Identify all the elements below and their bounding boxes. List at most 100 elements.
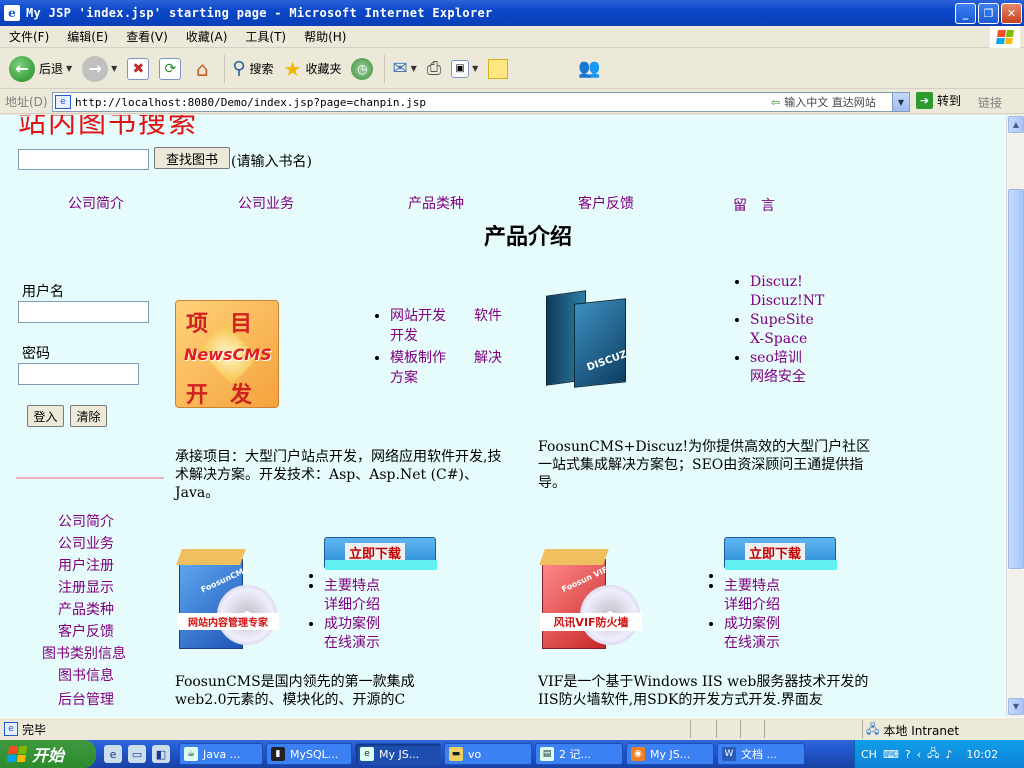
edit-button[interactable]: ▣ ▼ — [448, 52, 481, 86]
start-button[interactable]: 开始 — [0, 740, 96, 768]
search-button[interactable]: ⚲ 搜索 — [229, 52, 276, 86]
side-link-admin[interactable]: 后台管理 — [58, 689, 114, 709]
task-notepad[interactable]: ▤ 2 记... — [535, 743, 623, 765]
side-link-company-intro[interactable]: 公司简介 — [58, 511, 114, 531]
task-mysql[interactable]: ▮ MySQL... — [266, 743, 352, 765]
link-discuz[interactable]: Discuz! — [750, 274, 803, 290]
tray-expand-icon[interactable]: ‹ — [917, 748, 921, 761]
download-button-vif[interactable]: 立即下载 — [724, 537, 837, 570]
stop-button[interactable]: ✖ — [124, 52, 152, 86]
mail-button[interactable]: ✉ ▼ — [389, 52, 419, 86]
foosuncms-product-image[interactable]: FoosunCMS 网站内容管理专家 — [175, 547, 279, 655]
link-xspace[interactable]: X-Space — [750, 331, 807, 347]
keyboard-icon[interactable]: ⌨ — [883, 748, 899, 761]
login-button[interactable]: 登入 — [27, 405, 64, 427]
ie-quicklaunch-icon[interactable]: e — [104, 745, 122, 763]
menu-help[interactable]: 帮助(H) — [295, 28, 355, 45]
task-word[interactable]: W 文档 ... — [717, 743, 805, 765]
maximize-button[interactable]: ❐ — [978, 3, 999, 24]
link-discuznt[interactable]: Discuz!NT — [750, 293, 824, 309]
task-myjsp-active[interactable]: e My JS... — [355, 743, 441, 765]
title-bar[interactable]: e My JSP 'index.jsp' starting page - Mic… — [0, 0, 1024, 26]
service-link-web-dev[interactable]: 网站开发 软件开发 — [390, 308, 502, 344]
download-button-cms[interactable]: 立即下载 — [324, 537, 437, 570]
cms-main-features[interactable]: 主要特点 — [324, 578, 380, 594]
history-button[interactable]: ◷ — [348, 52, 376, 86]
edit-dropdown-icon[interactable]: ▼ — [472, 64, 478, 73]
menu-favorites[interactable]: 收藏(A) — [177, 28, 237, 45]
cms-cases[interactable]: 成功案例 — [324, 616, 380, 632]
side-link-company-business[interactable]: 公司业务 — [58, 533, 114, 553]
close-button[interactable]: ✕ — [1001, 3, 1022, 24]
link-security[interactable]: 网络安全 — [750, 369, 806, 385]
back-dropdown-icon[interactable]: ▼ — [66, 64, 72, 73]
links-label[interactable]: 链接 — [978, 94, 1002, 111]
vif-main-features[interactable]: 主要特点 — [724, 578, 780, 594]
clock[interactable]: 10:02 — [966, 748, 998, 761]
menu-edit[interactable]: 编辑(E) — [58, 28, 117, 45]
mail-dropdown-icon[interactable]: ▼ — [411, 64, 417, 73]
password-input[interactable] — [18, 363, 139, 385]
network-icon[interactable]: 🖧 — [927, 745, 939, 764]
forward-dropdown-icon[interactable]: ▼ — [111, 64, 117, 73]
service-list: 网站开发 软件开发 模板制作 解决方案 — [390, 305, 502, 387]
task-label: MySQL... — [290, 747, 339, 761]
app-quicklaunch-icon[interactable]: ◧ — [152, 745, 170, 763]
back-label: 后退 — [39, 62, 64, 76]
scroll-thumb[interactable] — [1008, 189, 1024, 569]
clear-button[interactable]: 清除 — [70, 405, 107, 427]
volume-icon[interactable]: ♪ — [945, 748, 952, 761]
service-link-templates[interactable]: 模板制作 解决方案 — [390, 350, 502, 386]
vif-demo[interactable]: 在线演示 — [724, 635, 780, 651]
back-button[interactable]: ← 后退 ▼ — [6, 52, 75, 86]
cms-details[interactable]: 详细介绍 — [324, 597, 380, 613]
side-link-register-display[interactable]: 注册显示 — [58, 577, 114, 597]
vif-firewall-product-image[interactable]: Foosun VIF 风讯VIF防火墙 — [538, 547, 642, 655]
task-java[interactable]: ☕ Java ... — [179, 743, 263, 765]
search-book-button[interactable]: 查找图书 — [154, 147, 230, 169]
language-indicator[interactable]: CH — [861, 748, 877, 761]
home-button[interactable]: ⌂ — [188, 52, 216, 86]
go-button[interactable]: ➔ 转到 — [916, 92, 961, 109]
desktop-quicklaunch-icon[interactable]: ▭ — [128, 745, 146, 763]
address-input[interactable]: e http://localhost:8080/Demo/index.jsp?p… — [52, 92, 910, 112]
nav-company-intro[interactable]: 公司简介 — [68, 193, 124, 213]
vif-details[interactable]: 详细介绍 — [724, 597, 780, 613]
side-link-book-category[interactable]: 图书类别信息 — [42, 643, 126, 663]
forward-button[interactable]: → ▼ — [79, 52, 120, 86]
task-vo-folder[interactable]: ▬ vo — [444, 743, 532, 765]
task-firefox[interactable]: ◉ My JS... — [626, 743, 714, 765]
side-link-register[interactable]: 用户注册 — [58, 555, 114, 575]
cms-demo[interactable]: 在线演示 — [324, 635, 380, 651]
side-link-product-types[interactable]: 产品类种 — [58, 599, 114, 619]
discuz-product-image[interactable]: DISCUZ! — [538, 287, 646, 391]
menu-file[interactable]: 文件(F) — [0, 28, 58, 45]
username-input[interactable] — [18, 301, 149, 323]
nav-product-types[interactable]: 产品类种 — [408, 193, 464, 213]
vertical-scrollbar[interactable]: ▲ ▼ — [1006, 115, 1024, 717]
link-supesite[interactable]: SupeSite — [750, 312, 814, 328]
notes-button[interactable] — [485, 52, 511, 86]
book-search-input[interactable] — [18, 149, 149, 170]
minimize-button[interactable]: _ — [955, 3, 976, 24]
scroll-down-icon[interactable]: ▼ — [1008, 698, 1024, 715]
vif-cases[interactable]: 成功案例 — [724, 616, 780, 632]
messenger-button[interactable]: 👥 — [575, 52, 603, 86]
address-dropdown-icon[interactable]: ▼ — [892, 93, 909, 111]
address-url[interactable]: http://localhost:8080/Demo/index.jsp?pag… — [75, 96, 426, 109]
link-seo[interactable]: seo培训 — [750, 350, 802, 366]
nav-customer-feedback[interactable]: 客户反馈 — [578, 193, 634, 213]
scroll-up-icon[interactable]: ▲ — [1008, 116, 1024, 133]
nav-message[interactable]: 留 言 — [733, 195, 775, 215]
newscms-project-logo[interactable]: 项 目 NewsCMS 开 发 — [175, 300, 279, 408]
refresh-button[interactable]: ⟳ — [156, 52, 184, 86]
menu-tools[interactable]: 工具(T) — [236, 28, 295, 45]
side-link-book-info[interactable]: 图书信息 — [58, 665, 114, 685]
favorites-button[interactable]: ★ 收藏夹 — [281, 52, 345, 86]
divider — [16, 477, 164, 479]
side-link-feedback[interactable]: 客户反馈 — [58, 621, 114, 641]
nav-company-business[interactable]: 公司业务 — [238, 193, 294, 213]
print-button[interactable]: ⎙ — [424, 52, 444, 86]
help-icon[interactable]: ? — [905, 748, 911, 761]
menu-view[interactable]: 查看(V) — [117, 28, 177, 45]
